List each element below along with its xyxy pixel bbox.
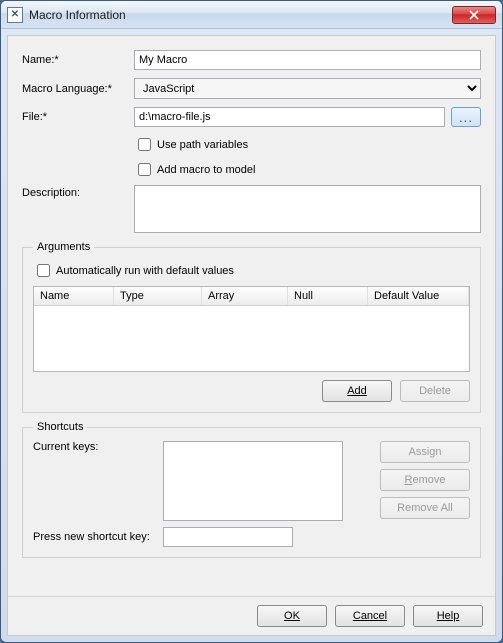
help-button[interactable]: Help (413, 605, 483, 627)
file-input[interactable] (134, 107, 445, 127)
dialog-window: ✕ Macro Information Name:* Macro Languag… (0, 0, 503, 643)
add-to-model-checkbox[interactable] (138, 163, 151, 176)
language-label: Macro Language:* (22, 83, 134, 95)
use-path-vars-checkbox[interactable] (138, 138, 151, 151)
dialog-footer: OK Cancel Help (8, 596, 495, 635)
current-keys-label: Current keys: (33, 441, 163, 453)
shortcuts-legend: Shortcuts (33, 421, 87, 433)
assign-button[interactable]: Assign (380, 441, 470, 463)
description-input[interactable] (134, 185, 481, 233)
press-new-label: Press new shortcut key: (33, 531, 163, 543)
add-to-model-label: Add macro to model (157, 164, 255, 176)
auto-run-checkbox[interactable] (37, 264, 50, 277)
table-header: Name Type Array Null Default Value (34, 287, 469, 306)
app-icon: ✕ (7, 7, 23, 23)
col-name[interactable]: Name (34, 287, 114, 305)
browse-button[interactable]: ... (451, 107, 481, 127)
remove-button[interactable]: Remove (380, 469, 470, 491)
arguments-table[interactable]: Name Type Array Null Default Value (33, 286, 470, 372)
name-input[interactable] (134, 50, 481, 70)
window-title: Macro Information (29, 8, 452, 22)
cancel-button[interactable]: Cancel (335, 605, 405, 627)
add-button[interactable]: Add (322, 380, 392, 402)
arguments-group: Arguments Automatically run with default… (22, 241, 481, 413)
title-bar[interactable]: ✕ Macro Information (1, 1, 502, 29)
close-button[interactable] (452, 6, 496, 24)
close-icon (469, 10, 479, 20)
description-label: Description: (22, 185, 134, 199)
remove-label: R (405, 474, 413, 486)
auto-run-label: Automatically run with default values (56, 265, 234, 277)
file-label: File:* (22, 111, 134, 123)
language-select[interactable]: JavaScript (134, 78, 481, 99)
remove-all-button[interactable]: Remove All (380, 497, 470, 519)
ok-button[interactable]: OK (257, 605, 327, 627)
col-type[interactable]: Type (114, 287, 202, 305)
name-label: Name:* (22, 54, 134, 66)
shortcuts-group: Shortcuts Current keys: Assign Remove Re… (22, 421, 481, 558)
arguments-legend: Arguments (33, 241, 94, 253)
content-area: Name:* Macro Language:* JavaScript File:… (8, 36, 495, 596)
client-area: Name:* Macro Language:* JavaScript File:… (7, 35, 496, 636)
press-new-input[interactable] (163, 527, 293, 547)
delete-button[interactable]: Delete (400, 380, 470, 402)
col-array[interactable]: Array (202, 287, 288, 305)
col-default[interactable]: Default Value (368, 287, 469, 305)
current-keys-list[interactable] (163, 441, 343, 521)
use-path-vars-label: Use path variables (157, 139, 248, 151)
col-null[interactable]: Null (288, 287, 368, 305)
